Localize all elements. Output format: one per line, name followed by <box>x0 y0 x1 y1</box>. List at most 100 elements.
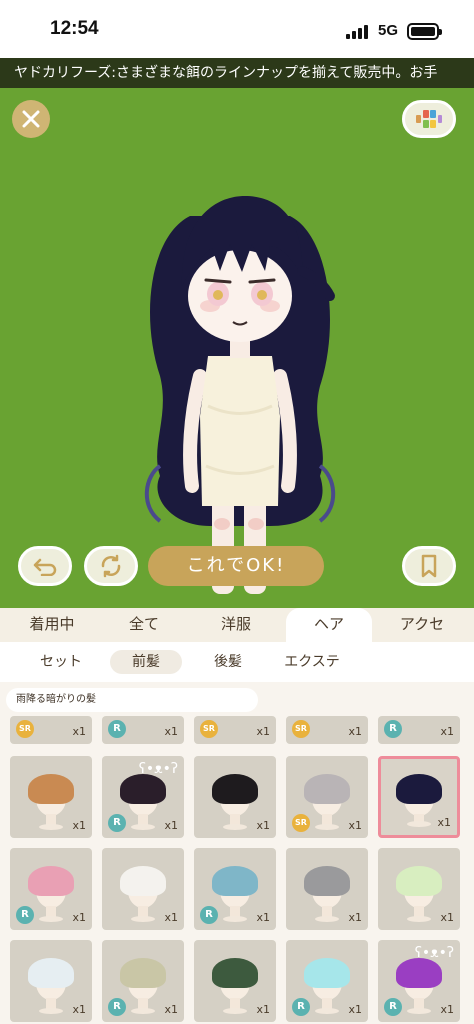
item-quantity: x1 <box>348 911 362 924</box>
undo-icon <box>33 558 57 576</box>
hair-preview <box>120 958 166 988</box>
rarity-badge: R <box>292 998 310 1016</box>
item-quantity: x1 <box>72 911 86 924</box>
signal-icon <box>346 25 372 39</box>
tab-clothes[interactable]: 洋服 <box>192 608 280 642</box>
item-quantity: x1 <box>348 1003 362 1016</box>
hair-item-tile[interactable]: R x1 <box>194 848 276 930</box>
item-quantity: x1 <box>437 816 451 829</box>
rarity-badge: SR <box>16 720 34 738</box>
hair-item-tile[interactable]: R x1 <box>286 940 368 1022</box>
status-time: 12:54 <box>50 18 99 39</box>
hair-preview <box>396 866 442 896</box>
network-label: 5G <box>378 22 399 39</box>
hair-item-tile[interactable]: R x1 <box>102 940 184 1022</box>
hair-item-tile[interactable]: x1 <box>194 756 276 838</box>
item-quantity: x1 <box>72 725 86 738</box>
status-bar: 12:54 5G <box>0 0 474 58</box>
battery-icon <box>407 23 442 40</box>
confirm-ok-button[interactable]: これでOK! <box>148 546 324 586</box>
avatar-stage: ヤドカリフーズ:さまざまな餌のラインナップを揃えて販売中。お手 これでOK! <box>0 58 474 610</box>
subtab-set[interactable]: セット <box>18 650 104 674</box>
item-quantity: x1 <box>164 819 178 832</box>
tab-accessory[interactable]: アクセ <box>378 608 466 642</box>
hair-preview <box>304 958 350 988</box>
item-grid-panel: 雨降る暗がりの髪 SR x1 R x1 SR x1 SR x1 R x1 x1 … <box>0 682 474 1024</box>
item-quantity: x1 <box>164 725 178 738</box>
undo-button[interactable] <box>18 546 72 586</box>
item-quantity: x1 <box>72 1003 86 1016</box>
item-quantity: x1 <box>440 1003 454 1016</box>
tab-wearing[interactable]: 着用中 <box>8 608 96 642</box>
item-quantity: x1 <box>164 1003 178 1016</box>
hair-item-tile[interactable]: SR x1 <box>10 716 92 744</box>
hair-preview <box>304 774 350 804</box>
hair-preview <box>212 774 258 804</box>
hair-preview <box>28 866 74 896</box>
close-icon <box>22 110 40 128</box>
hair-preview <box>212 958 258 988</box>
item-quantity: x1 <box>256 1003 270 1016</box>
hair-subtabs: セット 前髪 後髪 エクステ <box>0 642 474 682</box>
hair-item-tile[interactable]: x1 <box>194 940 276 1022</box>
rotate-button[interactable] <box>84 546 138 586</box>
item-quantity: x1 <box>256 911 270 924</box>
bear-ears-icon: ʕ•ᴥ•ʔ <box>138 761 178 777</box>
avatar-character <box>144 196 336 594</box>
hair-item-tile[interactable]: x1 <box>378 848 460 930</box>
hair-item-tile-selected[interactable]: x1 <box>378 756 460 838</box>
rarity-badge: R <box>200 906 218 924</box>
hair-item-tile[interactable]: SR x1 <box>194 716 276 744</box>
rarity-badge: SR <box>292 720 310 738</box>
item-quantity: x1 <box>440 725 454 738</box>
hair-preview <box>212 866 258 896</box>
tab-hair[interactable]: ヘア <box>286 608 372 642</box>
hair-item-tile[interactable]: R x1 <box>378 716 460 744</box>
hair-item-tile[interactable]: SR x1 <box>286 756 368 838</box>
hair-item-tile[interactable]: SR x1 <box>286 716 368 744</box>
category-tabs: 着用中 全て 洋服 ヘア アクセ <box>0 608 474 642</box>
hair-preview <box>396 774 442 804</box>
rarity-badge: SR <box>292 814 310 832</box>
item-quantity: x1 <box>72 819 86 832</box>
subtab-extensions[interactable]: エクステ <box>270 650 354 674</box>
selected-item-name: 雨降る暗がりの髪 <box>6 688 258 712</box>
hair-preview <box>28 774 74 804</box>
rarity-badge: R <box>108 720 126 738</box>
item-quantity: x1 <box>256 819 270 832</box>
color-palette-icon <box>416 110 442 128</box>
bookmark-button[interactable] <box>402 546 456 586</box>
hair-preview <box>396 958 442 988</box>
hair-item-tile[interactable]: ʕ•ᴥ•ʔ R x1 <box>102 756 184 838</box>
hair-item-tile[interactable]: R x1 <box>10 848 92 930</box>
item-quantity: x1 <box>440 911 454 924</box>
rarity-badge: R <box>16 906 34 924</box>
rarity-badge: SR <box>200 720 218 738</box>
hair-item-tile[interactable]: R x1 <box>102 716 184 744</box>
item-quantity: x1 <box>348 725 362 738</box>
tab-all[interactable]: 全て <box>100 608 188 642</box>
color-palette-button[interactable] <box>402 100 456 138</box>
item-quantity: x1 <box>164 911 178 924</box>
hair-preview <box>120 866 166 896</box>
subtab-bangs[interactable]: 前髪 <box>110 650 182 674</box>
hair-preview <box>304 866 350 896</box>
rotate-icon <box>101 554 121 578</box>
hair-preview <box>120 774 166 804</box>
bookmark-icon <box>421 554 437 578</box>
rarity-badge: R <box>108 814 126 832</box>
news-ticker: ヤドカリフーズ:さまざまな餌のラインナップを揃えて販売中。お手 <box>0 58 474 88</box>
hair-item-tile[interactable]: x1 <box>102 848 184 930</box>
hair-item-tile[interactable]: x1 <box>286 848 368 930</box>
rarity-badge: R <box>108 998 126 1016</box>
hair-item-tile[interactable]: x1 <box>10 756 92 838</box>
hair-item-tile[interactable]: ʕ•ᴥ•ʔ R x1 <box>378 940 460 1022</box>
item-quantity: x1 <box>348 819 362 832</box>
close-button[interactable] <box>12 100 50 138</box>
bear-ears-icon: ʕ•ᴥ•ʔ <box>414 945 454 961</box>
rarity-badge: R <box>384 998 402 1016</box>
item-quantity: x1 <box>256 725 270 738</box>
hair-preview <box>28 958 74 988</box>
hair-item-tile[interactable]: x1 <box>10 940 92 1022</box>
subtab-back-hair[interactable]: 後髪 <box>192 650 264 674</box>
